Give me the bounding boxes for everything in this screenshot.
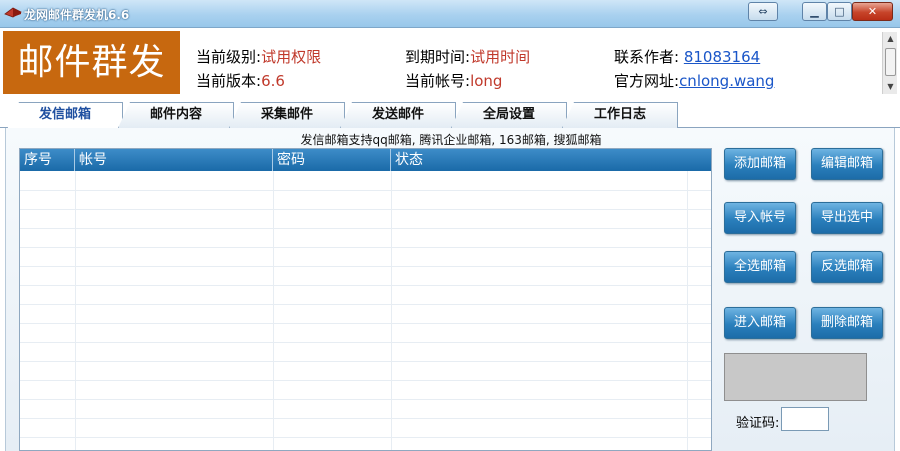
add-mailbox-button[interactable]: 添加邮箱 (724, 148, 796, 180)
account-info: 当前帐号:long (405, 70, 502, 91)
grid-row-line (20, 399, 711, 400)
scroll-thumb[interactable] (885, 48, 896, 76)
grid-column-line (687, 171, 688, 450)
tab-work-log[interactable]: 工作日志 (562, 102, 678, 128)
column-account[interactable]: 帐号 (75, 149, 273, 171)
grid-row-line (20, 342, 711, 343)
author-label: 联系作者: (614, 48, 680, 66)
grid-row-line (20, 190, 711, 191)
tab-collect-mail[interactable]: 采集邮件 (229, 102, 345, 128)
level-info: 当前级别:试用权限 (196, 46, 321, 67)
expire-value: 试用时间 (470, 48, 531, 66)
enter-mailbox-button[interactable]: 进入邮箱 (724, 307, 796, 339)
grid-column-line (273, 171, 274, 450)
tab-mail-content[interactable]: 邮件内容 (118, 102, 234, 128)
close-button[interactable]: ✕ (852, 2, 893, 21)
expire-label: 到期时间: (405, 48, 471, 66)
version-label: 当前版本: (196, 72, 262, 90)
grid-row-line (20, 228, 711, 229)
grid-row-line (20, 418, 711, 419)
maximize-button[interactable]: □ (827, 2, 852, 21)
level-label: 当前级别: (196, 48, 262, 66)
account-label: 当前帐号: (405, 72, 471, 90)
author-link[interactable]: 81083164 (684, 48, 760, 66)
grid-row-line (20, 247, 711, 248)
column-password[interactable]: 密码 (273, 149, 391, 171)
tab-send-mail[interactable]: 发送邮件 (340, 102, 456, 128)
expire-info: 到期时间:试用时间 (405, 46, 530, 67)
grid-column-line (75, 171, 76, 450)
minimize-button[interactable]: ▁ (802, 2, 827, 21)
scroll-up-icon[interactable]: ▲ (883, 33, 898, 45)
logo: 邮件群发 (3, 31, 180, 94)
site-link[interactable]: cnlong.wang (679, 72, 774, 90)
scroll-down-icon[interactable]: ▼ (883, 81, 898, 93)
import-account-button[interactable]: 导入帐号 (724, 202, 796, 234)
grid-row-line (20, 304, 711, 305)
column-status[interactable]: 状态 (391, 149, 687, 171)
column-index[interactable]: 序号 (20, 149, 75, 171)
support-notice: 发信邮箱支持qq邮箱, 腾讯企业邮箱, 163邮箱, 搜狐邮箱 (300, 133, 602, 147)
tab-global-settings[interactable]: 全局设置 (451, 102, 567, 128)
app-icon (4, 7, 22, 18)
header-scrollbar[interactable]: ▲ ▼ (882, 32, 897, 94)
restore-button[interactable]: ⇔ (748, 2, 778, 21)
site-label: 官方网址: (614, 72, 680, 90)
grid-row-line (20, 361, 711, 362)
grid-row-line (20, 437, 711, 438)
author-info: 联系作者: 81083164 (614, 46, 760, 67)
info-header: 邮件群发 当前级别:试用权限 当前版本:6.6 到期时间:试用时间 当前帐号:l… (0, 28, 900, 98)
grid-row-line (20, 266, 711, 267)
captcha-input[interactable] (781, 407, 829, 431)
invert-selection-button[interactable]: 反选邮箱 (811, 251, 883, 283)
version-info: 当前版本:6.6 (196, 70, 285, 91)
edit-mailbox-button[interactable]: 编辑邮箱 (811, 148, 883, 180)
select-all-button[interactable]: 全选邮箱 (724, 251, 796, 283)
mailbox-table[interactable]: 序号 帐号 密码 状态 (19, 148, 712, 451)
tab-sender-mailbox[interactable]: 发信邮箱 (7, 102, 123, 129)
level-value: 试用权限 (261, 48, 322, 66)
delete-mailbox-button[interactable]: 删除邮箱 (811, 307, 883, 339)
table-header: 序号 帐号 密码 状态 (20, 149, 711, 171)
grid-row-line (20, 285, 711, 286)
captcha-label: 验证码: (736, 416, 780, 431)
grid-column-line (391, 171, 392, 450)
grid-row-line (20, 380, 711, 381)
version-value: 6.6 (261, 72, 285, 90)
grid-row-line (20, 323, 711, 324)
title-bar: 龙网邮件群发机6.6 ⇔ ▁ □ ✕ (0, 0, 900, 28)
tab-strip: 发信邮箱 邮件内容 采集邮件 发送邮件 全局设置 工作日志 (0, 98, 900, 129)
site-info: 官方网址:cnlong.wang (614, 70, 774, 91)
export-selected-button[interactable]: 导出选中 (811, 202, 883, 234)
captcha-image[interactable] (724, 353, 867, 401)
account-value: long (470, 72, 503, 90)
window-title: 龙网邮件群发机6.6 (24, 8, 130, 22)
content-panel: 发信邮箱支持qq邮箱, 腾讯企业邮箱, 163邮箱, 搜狐邮箱 序号 帐号 密码… (5, 128, 895, 451)
grid-row-line (20, 209, 711, 210)
